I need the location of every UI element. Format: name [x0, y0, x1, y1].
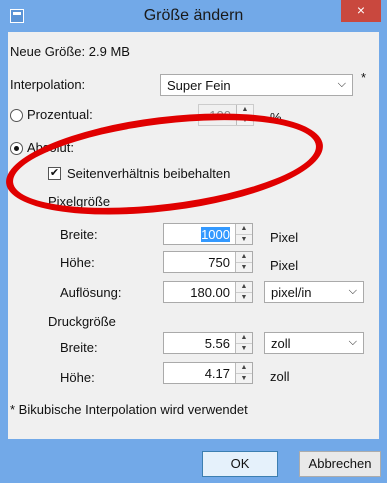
interpolation-label: Interpolation:	[10, 77, 86, 92]
pixel-width-value: 1000	[201, 227, 230, 242]
spin-down-icon[interactable]: ▼	[236, 343, 252, 354]
window-title: Größe ändern	[143, 7, 244, 24]
dialog-client: Neue Größe: 2.9 MB Interpolation: Super …	[8, 32, 379, 439]
percent-unit: %	[270, 110, 282, 125]
print-width-unit-value: zoll	[271, 336, 291, 351]
percent-label: Prozentual:	[27, 107, 93, 122]
pixel-width-unit: Pixel	[270, 230, 299, 245]
close-button[interactable]: ×	[341, 0, 381, 22]
chevron-down-icon: ⌵	[348, 285, 357, 297]
keep-ratio-checkbox[interactable]: ✔	[48, 167, 61, 180]
footnote: * Bikubische Interpolation wird verwende…	[10, 402, 248, 417]
spin-up-icon[interactable]: ▲	[236, 363, 252, 373]
spin-up-icon[interactable]: ▲	[236, 333, 252, 343]
spin-up-icon[interactable]: ▲	[237, 105, 253, 115]
spin-down-icon[interactable]: ▼	[236, 292, 252, 303]
cancel-button[interactable]: Abbrechen	[299, 451, 381, 477]
print-width-input[interactable]: 5.56 ▲ ▼	[163, 332, 253, 354]
resolution-unit-dropdown[interactable]: pixel/in ⌵	[264, 281, 364, 303]
pixel-height-label: Höhe:	[60, 255, 95, 270]
interpolation-note: *	[361, 70, 367, 85]
spin-up-icon[interactable]: ▲	[236, 282, 252, 292]
percent-radio[interactable]	[10, 109, 23, 122]
print-width-value: 5.56	[204, 336, 230, 351]
interpolation-dropdown[interactable]: Super Fein ⌵	[160, 74, 353, 96]
window-frame-right	[379, 32, 387, 439]
percent-value: 100	[209, 108, 231, 123]
print-width-label: Breite:	[60, 340, 98, 355]
chevron-down-icon: ⌵	[337, 78, 346, 90]
pixel-width-input[interactable]: 1000 ▲ ▼	[163, 223, 253, 245]
check-icon: ✔	[49, 167, 60, 179]
print-width-spinner[interactable]: ▲ ▼	[235, 333, 252, 353]
spin-down-icon[interactable]: ▼	[236, 234, 252, 245]
pixel-width-label: Breite:	[60, 227, 98, 242]
resolution-input[interactable]: 180.00 ▲ ▼	[163, 281, 253, 303]
spin-down-icon[interactable]: ▼	[236, 262, 252, 273]
spin-down-icon[interactable]: ▼	[237, 115, 253, 126]
print-unit-dropdown[interactable]: zoll ⌵	[264, 332, 364, 354]
spin-up-icon[interactable]: ▲	[236, 224, 252, 234]
resolution-value: 180.00	[190, 285, 230, 300]
interpolation-value: Super Fein	[167, 78, 231, 93]
pixel-width-spinner[interactable]: ▲ ▼	[235, 224, 252, 244]
pixel-size-heading: Pixelgröße	[48, 194, 111, 209]
spin-up-icon[interactable]: ▲	[236, 252, 252, 262]
title-bar[interactable]: Größe ändern ×	[0, 0, 387, 32]
spin-down-icon[interactable]: ▼	[236, 373, 252, 384]
pixel-height-input[interactable]: 750 ▲ ▼	[163, 251, 253, 273]
absolute-label: Absolut:	[27, 140, 74, 155]
print-size-heading: Druckgröße	[48, 314, 116, 329]
button-bar: OK Abbrechen	[0, 439, 387, 483]
percent-input[interactable]: 100 ▲ ▼	[198, 104, 254, 126]
pixel-height-unit: Pixel	[270, 258, 299, 273]
print-height-input[interactable]: 4.17 ▲ ▼	[163, 362, 253, 384]
pixel-height-value: 750	[208, 255, 230, 270]
resolution-unit-value: pixel/in	[271, 285, 312, 300]
resolution-spinner[interactable]: ▲ ▼	[235, 282, 252, 302]
absolute-radio[interactable]	[10, 142, 23, 155]
resolution-label: Auflösung:	[60, 285, 122, 300]
chevron-down-icon: ⌵	[348, 336, 357, 348]
percent-spinner[interactable]: ▲ ▼	[236, 105, 253, 125]
ok-button[interactable]: OK	[202, 451, 278, 477]
print-height-label: Höhe:	[60, 370, 95, 385]
pixel-height-spinner[interactable]: ▲ ▼	[235, 252, 252, 272]
print-height-value: 4.17	[204, 366, 230, 381]
keep-ratio-label: Seitenverhältnis beibehalten	[67, 166, 231, 181]
new-size-label: Neue Größe: 2.9 MB	[10, 44, 130, 59]
window-frame-left	[0, 32, 8, 439]
print-height-unit: zoll	[270, 369, 290, 384]
print-height-spinner[interactable]: ▲ ▼	[235, 363, 252, 383]
